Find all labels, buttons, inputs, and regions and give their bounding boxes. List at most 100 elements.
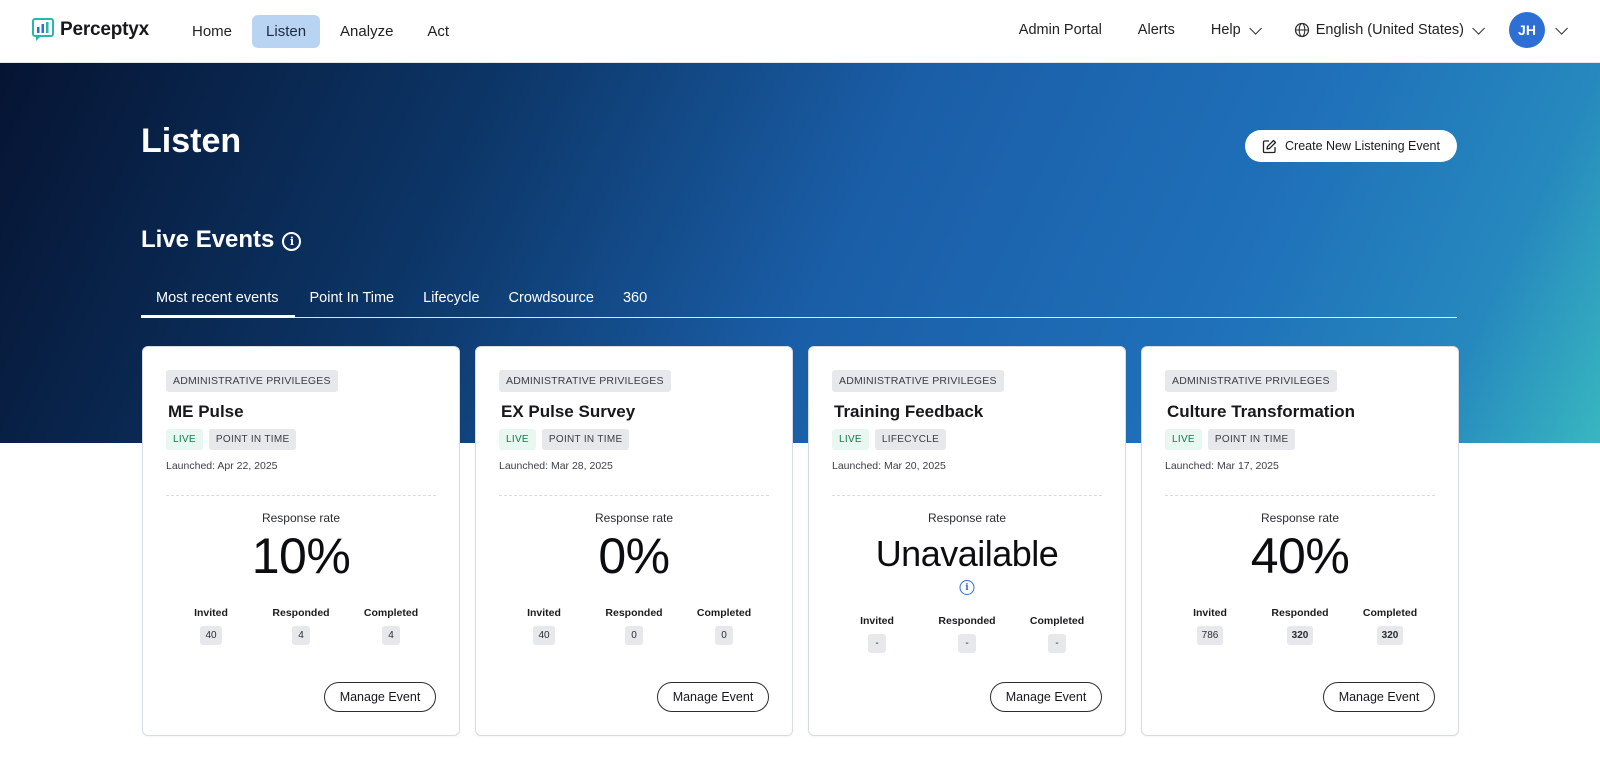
response-rate-label: Response rate [594, 511, 674, 525]
event-type-tag: POINT IN TIME [1207, 429, 1296, 450]
manage-event-button[interactable]: Manage Event [324, 682, 436, 712]
stat-responded: Responded 320 [1260, 607, 1340, 645]
info-icon[interactable]: i [282, 232, 302, 251]
stat-invited: Invited 40 [171, 607, 251, 645]
help-menu[interactable]: Help [1210, 21, 1262, 38]
nav-analyze[interactable]: Analyze [326, 15, 407, 48]
event-stats: Invited 786 Responded 320 Completed 320 [1165, 607, 1435, 645]
launch-date: Launched: Apr 22, 2025 [166, 460, 278, 472]
nav-home[interactable]: Home [178, 15, 246, 48]
primary-nav: Home Listen Analyze Act [178, 15, 463, 48]
live-tag: LIVE [166, 429, 203, 450]
stat-value: 320 [1376, 626, 1404, 645]
section-title-text: Live Events [141, 226, 275, 253]
event-title: Culture Transformation [1167, 402, 1355, 421]
stat-label: Invited [1193, 607, 1227, 619]
chevron-down-icon [1555, 21, 1568, 35]
secondary-nav: Admin Portal Alerts Help English (United… [983, 12, 1568, 48]
stat-label: Completed [1029, 615, 1085, 627]
tab-crowdsource[interactable]: Crowdsource [494, 284, 608, 318]
stat-value: - [958, 634, 976, 653]
stat-label: Responded [605, 607, 663, 619]
live-tag: LIVE [832, 429, 869, 450]
info-icon[interactable]: i [959, 580, 975, 595]
launch-date: Launched: Mar 17, 2025 [1165, 460, 1279, 472]
stat-completed: Completed 4 [351, 607, 431, 645]
event-stats: Invited - Responded - Completed - [832, 615, 1102, 653]
stat-value: - [868, 634, 886, 653]
alerts-link[interactable]: Alerts [1138, 22, 1175, 38]
live-tag: LIVE [1165, 429, 1202, 450]
response-rate-value: 40% [1250, 528, 1350, 584]
event-tags: LIVE POINT IN TIME [166, 429, 297, 450]
launch-date: Launched: Mar 28, 2025 [499, 460, 613, 472]
admin-portal-link[interactable]: Admin Portal [1019, 22, 1102, 38]
logo[interactable]: Perceptyx [32, 18, 149, 42]
event-tabs: Most recent events Point In Time Lifecyc… [141, 284, 1457, 318]
stat-value: - [1048, 634, 1066, 653]
stat-value: 4 [382, 626, 400, 645]
stat-value: 40 [533, 626, 555, 645]
event-stats: Invited 40 Responded 0 Completed 0 [499, 607, 769, 645]
top-navigation: Perceptyx Home Listen Analyze Act Admin … [0, 0, 1600, 63]
language-label: English (United States) [1315, 22, 1464, 38]
stat-value: 786 [1196, 626, 1224, 645]
admin-privileges-badge: ADMINISTRATIVE PRIVILEGES [499, 370, 671, 392]
event-type-tag: LIFECYCLE [874, 429, 947, 450]
stat-responded: Responded 0 [594, 607, 674, 645]
stat-label: Responded [272, 607, 330, 619]
help-label: Help [1210, 22, 1241, 38]
edit-square-icon [1262, 139, 1277, 154]
avatar: JH [1509, 12, 1545, 48]
response-rate-label: Response rate [927, 511, 1007, 525]
live-tag: LIVE [499, 429, 536, 450]
tab-point-in-time[interactable]: Point In Time [295, 284, 409, 318]
event-card: ADMINISTRATIVE PRIVILEGES Training Feedb… [808, 346, 1126, 736]
stat-value: 0 [715, 626, 733, 645]
event-card: ADMINISTRATIVE PRIVILEGES EX Pulse Surve… [475, 346, 793, 736]
event-title: EX Pulse Survey [501, 402, 636, 421]
admin-privileges-badge: ADMINISTRATIVE PRIVILEGES [166, 370, 338, 392]
stat-label: Completed [696, 607, 752, 619]
divider [499, 495, 769, 496]
stat-label: Completed [1362, 607, 1418, 619]
chat-bars-icon [32, 18, 54, 42]
admin-privileges-badge: ADMINISTRATIVE PRIVILEGES [832, 370, 1004, 392]
user-menu[interactable]: JH [1481, 12, 1568, 48]
event-stats: Invited 40 Responded 4 Completed 4 [166, 607, 436, 645]
tab-360[interactable]: 360 [608, 284, 661, 318]
create-listening-event-button[interactable]: Create New Listening Event [1245, 130, 1457, 162]
admin-privileges-badge: ADMINISTRATIVE PRIVILEGES [1165, 370, 1337, 392]
event-card: ADMINISTRATIVE PRIVILEGES Culture Transf… [1141, 346, 1459, 736]
stat-label: Invited [860, 615, 894, 627]
stat-label: Responded [1271, 607, 1329, 619]
manage-event-button[interactable]: Manage Event [1323, 682, 1435, 712]
stat-invited: Invited 40 [504, 607, 584, 645]
chevron-down-icon [1248, 21, 1262, 35]
event-title: ME Pulse [168, 402, 244, 421]
language-selector[interactable]: English (United States) [1294, 21, 1485, 38]
page-title: Listen [141, 122, 242, 160]
nav-act[interactable]: Act [413, 15, 463, 48]
stat-label: Invited [527, 607, 561, 619]
stat-value: 0 [625, 626, 643, 645]
stat-invited: Invited - [837, 615, 917, 653]
response-rate-value: Unavailable [875, 533, 1059, 574]
globe-icon [1294, 22, 1310, 38]
event-tags: LIVE POINT IN TIME [1165, 429, 1296, 450]
divider [832, 495, 1102, 496]
event-tags: LIVE POINT IN TIME [499, 429, 630, 450]
stat-value: 4 [292, 626, 310, 645]
manage-event-button[interactable]: Manage Event [990, 682, 1102, 712]
manage-event-button[interactable]: Manage Event [657, 682, 769, 712]
tab-lifecycle[interactable]: Lifecycle [408, 284, 493, 318]
event-type-tag: POINT IN TIME [208, 429, 297, 450]
nav-listen[interactable]: Listen [252, 15, 321, 48]
logo-text: Perceptyx [60, 19, 150, 40]
tab-most-recent-events[interactable]: Most recent events [141, 284, 295, 318]
stat-value: 320 [1286, 626, 1314, 645]
divider [1165, 495, 1435, 496]
stat-value: 40 [200, 626, 222, 645]
stat-label: Invited [194, 607, 228, 619]
create-button-label: Create New Listening Event [1285, 139, 1440, 153]
